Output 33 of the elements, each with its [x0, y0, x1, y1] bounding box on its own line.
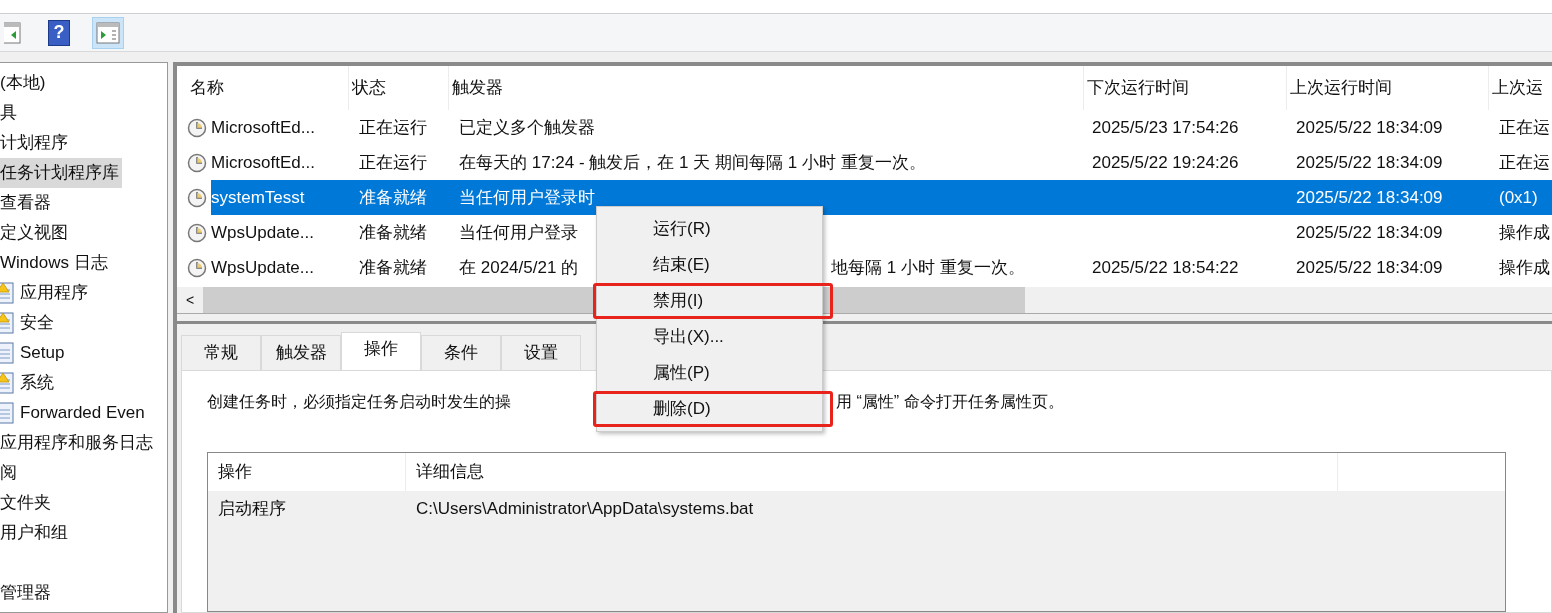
task-name: MicrosoftEd... — [211, 151, 315, 174]
last-run-result: 正在运 — [1499, 152, 1550, 172]
task-trigger: 地每隔 1 小时 重复一次。 — [831, 256, 1025, 279]
last-run-time: 2025/5/22 18:34:09 — [1296, 222, 1443, 242]
task-status: 准备就绪 — [359, 187, 427, 207]
last-run-result: 操作成 — [1499, 222, 1550, 242]
last-run-time: 2025/5/22 18:34:09 — [1296, 257, 1443, 277]
next-run-time: 2025/5/22 19:24:26 — [1092, 152, 1239, 172]
task-status: 正在运行 — [359, 152, 427, 172]
task-name: WpsUpdate... — [211, 256, 314, 279]
last-run-result: (0x1) — [1499, 187, 1538, 207]
next-run-time: 2025/5/23 17:54:26 — [1092, 117, 1239, 137]
last-run-time: 2025/5/22 18:34:09 — [1296, 117, 1443, 137]
task-trigger: 在每天的 17:24 - 触发后，在 1 天 期间每隔 1 小时 重复一次。 — [459, 151, 926, 174]
task-name: systemTesst — [211, 186, 305, 209]
last-run-result: 正在运 — [1499, 117, 1550, 137]
last-run-time: 2025/5/22 18:34:09 — [1296, 187, 1443, 207]
task-trigger: 已定义多个触发器 — [459, 116, 595, 139]
action-details: C:\Users\Administrator\AppData\systems.bat — [416, 499, 754, 519]
task-status: 正在运行 — [359, 117, 427, 137]
task-status: 准备就绪 — [359, 257, 427, 277]
last-run-time: 2025/5/22 18:34:09 — [1296, 152, 1443, 172]
description-text: 用 “属性” 命令打开任务属性页。 — [836, 392, 1064, 412]
description-text: 创建任务时，必须指定任务启动时发生的操 — [207, 392, 511, 412]
task-status: 准备就绪 — [359, 222, 427, 242]
task-name: MicrosoftEd... — [211, 116, 315, 139]
task-trigger: 在 2024/5/21 的 — [459, 256, 579, 279]
task-name: WpsUpdate... — [211, 221, 314, 244]
next-run-time: 2025/5/22 18:54:22 — [1092, 257, 1239, 277]
task-trigger: 当任何用户登录时 — [459, 186, 595, 209]
action-type: 启动程序 — [218, 499, 286, 519]
task-trigger: 当任何用户登录 — [459, 221, 578, 244]
last-run-result: 操作成 — [1499, 257, 1550, 277]
